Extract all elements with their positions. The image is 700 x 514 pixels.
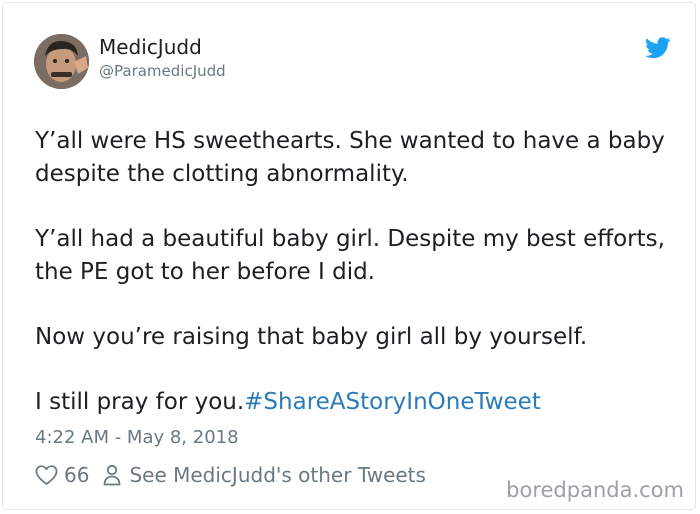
person-icon — [104, 464, 121, 486]
display-name[interactable]: MedicJudd — [99, 35, 202, 59]
tweet-text: Y’all were HS sweethearts. She wanted to… — [35, 125, 675, 419]
heart-icon[interactable] — [35, 464, 58, 486]
tweet-last-sentence: I still pray for you. — [35, 389, 245, 415]
tweet-paragraph: Now you’re raising that baby girl all by… — [35, 324, 588, 350]
watermark: boredpanda.com — [506, 478, 684, 502]
tweet-paragraph: Y’all had a beautiful baby girl. Despite… — [35, 226, 665, 285]
user-handle[interactable]: @ParamedicJudd — [99, 62, 226, 80]
tweet-last-line: I still pray for you.#ShareAStoryInOneTw… — [35, 386, 675, 419]
other-tweets-link[interactable]: See MedicJudd's other Tweets — [129, 463, 425, 487]
tweet-paragraph: Y’all were HS sweethearts. She wanted to… — [35, 128, 665, 187]
tweet-timestamp[interactable]: 4:22 AM - May 8, 2018 — [35, 427, 239, 448]
like-count[interactable]: 66 — [64, 463, 89, 487]
avatar[interactable] — [34, 34, 89, 89]
twitter-bird-icon[interactable] — [645, 37, 671, 59]
tweet-card: MedicJudd @ParamedicJudd Y’all were HS s… — [2, 2, 696, 510]
tweet-actions: 66 See MedicJudd's other Tweets — [35, 462, 426, 488]
hashtag-link[interactable]: #ShareAStoryInOneTweet — [244, 389, 541, 415]
